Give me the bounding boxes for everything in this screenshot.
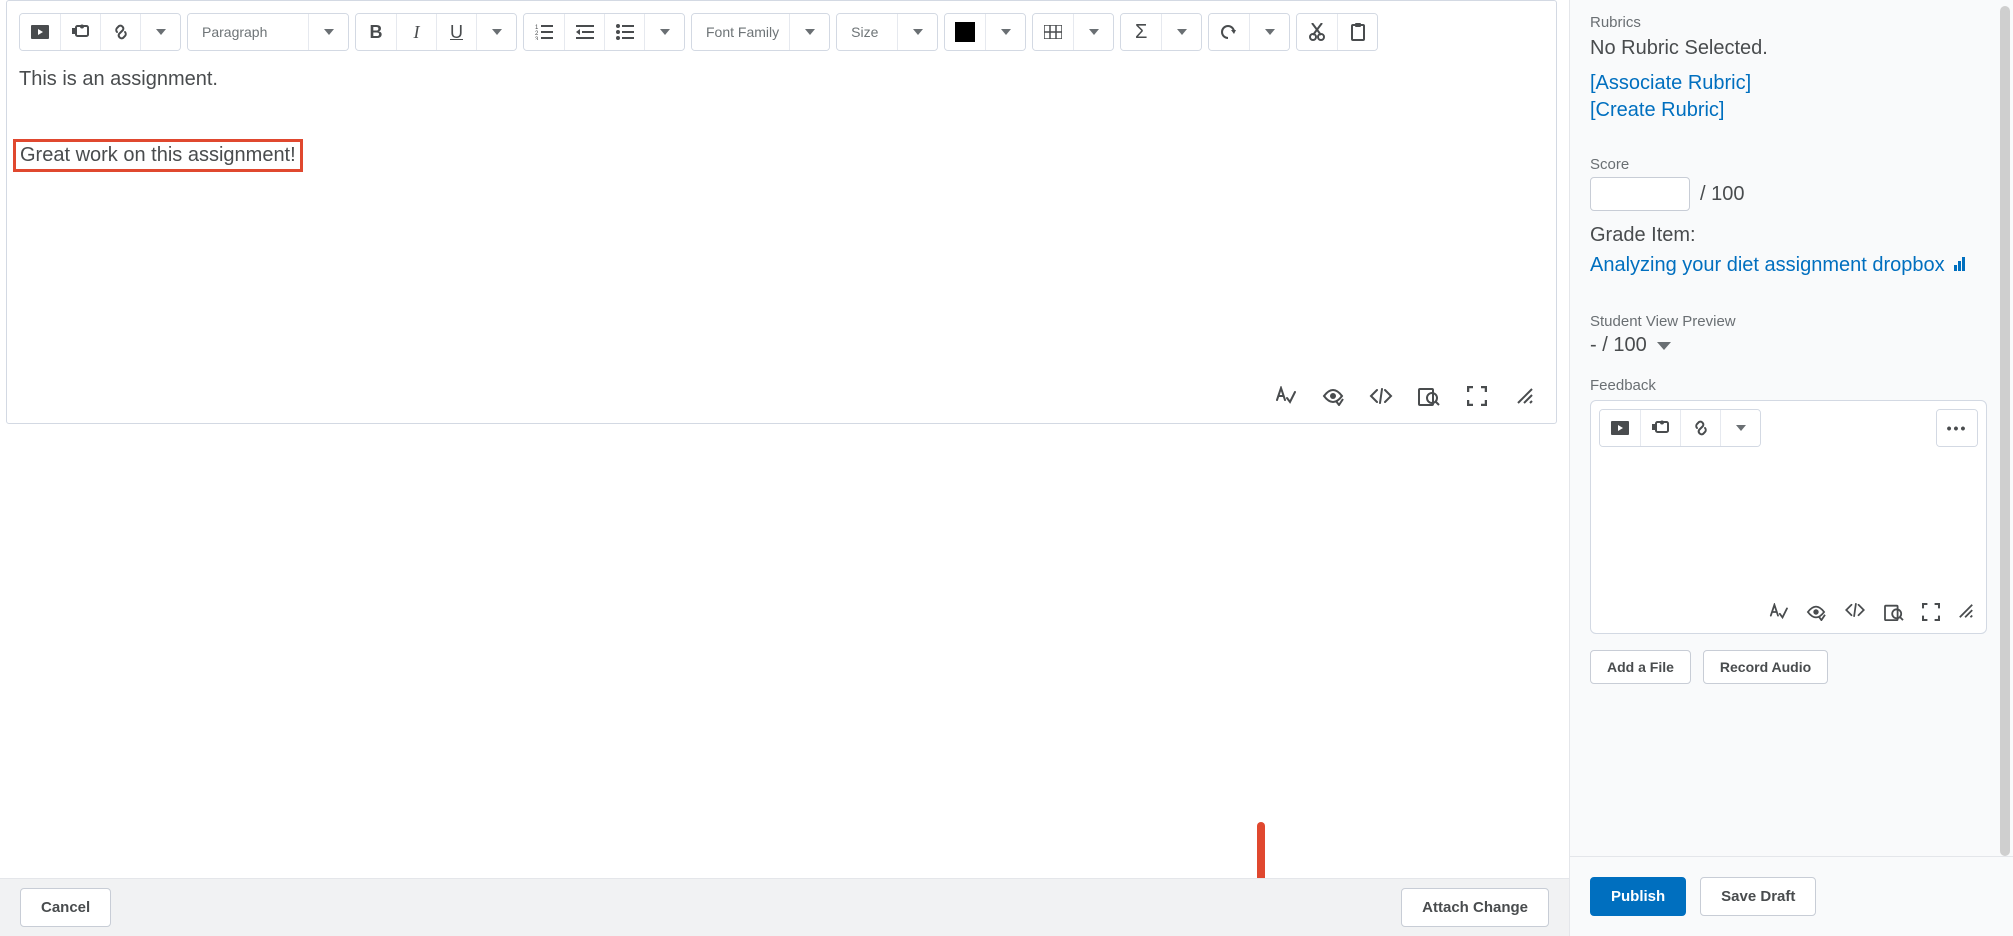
fb-fullscreen-button[interactable] xyxy=(1922,603,1940,621)
italic-button[interactable]: I xyxy=(396,14,436,50)
grade-item-label: Grade Item: xyxy=(1590,224,1696,246)
fb-accessibility-button[interactable] xyxy=(1806,603,1826,621)
record-audio-button[interactable]: Record Audio xyxy=(1703,650,1828,684)
create-rubric-link[interactable]: [Create Rubric] xyxy=(1590,99,1725,122)
save-draft-button[interactable]: Save Draft xyxy=(1700,877,1816,916)
student-view-dropdown[interactable] xyxy=(1657,342,1671,350)
fullscreen-button[interactable] xyxy=(1464,383,1490,409)
html-source-button[interactable] xyxy=(1368,383,1394,409)
insert-image-button[interactable] xyxy=(60,14,100,50)
undo-button[interactable] xyxy=(1209,14,1249,50)
rich-text-editor: Paragraph B I U 123 xyxy=(6,0,1557,424)
text-color-button[interactable] xyxy=(945,14,985,50)
add-file-button[interactable]: Add a File xyxy=(1590,650,1691,684)
table-dropdown[interactable] xyxy=(1073,14,1113,50)
fb-insert-image-button[interactable] xyxy=(1640,410,1680,446)
preview-button[interactable] xyxy=(1416,383,1442,409)
equation-dropdown[interactable] xyxy=(1161,14,1201,50)
chevron-down-icon xyxy=(156,29,166,35)
chevron-down-icon xyxy=(913,29,923,35)
associate-rubric-link[interactable]: [Associate Rubric] xyxy=(1590,72,1751,95)
equation-button[interactable]: Σ xyxy=(1121,14,1161,50)
insert-video-button[interactable] xyxy=(20,14,60,50)
fb-insert-link-button[interactable] xyxy=(1680,410,1720,446)
rubrics-label: Rubrics xyxy=(1590,14,1987,31)
text-color-dropdown[interactable] xyxy=(985,14,1025,50)
fb-resize-handle[interactable] xyxy=(1958,603,1974,621)
svg-text:3: 3 xyxy=(535,37,539,40)
paragraph-style-dropdown[interactable] xyxy=(308,14,348,50)
score-input[interactable] xyxy=(1590,177,1690,211)
student-view-value: - / 100 xyxy=(1590,334,1647,357)
feedback-editor: ••• xyxy=(1590,400,1987,634)
sidebar-scrollbar[interactable] xyxy=(2000,6,2010,856)
rubrics-status: No Rubric Selected. xyxy=(1590,37,1987,60)
paste-button[interactable] xyxy=(1337,14,1377,50)
text-format-dropdown[interactable] xyxy=(476,14,516,50)
fb-spellcheck-button[interactable] xyxy=(1768,603,1788,621)
numbered-list-button[interactable]: 123 xyxy=(524,14,564,50)
chevron-down-icon xyxy=(492,29,502,35)
chevron-down-icon xyxy=(660,29,670,35)
undo-dropdown[interactable] xyxy=(1249,14,1289,50)
score-max: / 100 xyxy=(1700,183,1744,206)
annotation-highlight-box: Great work on this assignment! xyxy=(13,139,303,172)
insert-link-button[interactable] xyxy=(100,14,140,50)
attach-change-button[interactable]: Attach Change xyxy=(1401,888,1549,927)
resize-handle[interactable] xyxy=(1512,383,1538,409)
fb-html-button[interactable] xyxy=(1844,603,1866,621)
editor-footer-toolbar xyxy=(7,377,1556,423)
insert-more-dropdown[interactable] xyxy=(140,14,180,50)
font-size-label: Size xyxy=(851,24,878,40)
chevron-down-icon xyxy=(1177,29,1187,35)
editor-toolbar: Paragraph B I U 123 xyxy=(7,1,1556,57)
font-family-select[interactable]: Font Family xyxy=(692,14,789,50)
font-family-dropdown[interactable] xyxy=(789,14,829,50)
chevron-down-icon xyxy=(324,29,334,35)
fb-preview-button[interactable] xyxy=(1884,603,1904,621)
font-size-dropdown[interactable] xyxy=(897,14,937,50)
chevron-down-icon xyxy=(1001,29,1011,35)
chevron-down-icon xyxy=(805,29,815,35)
list-dropdown[interactable] xyxy=(644,14,684,50)
color-swatch-icon xyxy=(955,22,975,42)
accessibility-check-button[interactable] xyxy=(1320,383,1346,409)
bullet-list-button[interactable] xyxy=(604,14,644,50)
fb-insert-dropdown[interactable] xyxy=(1720,410,1760,446)
evaluation-sidebar: Rubrics No Rubric Selected. [Associate R… xyxy=(1569,0,2013,936)
publish-button[interactable]: Publish xyxy=(1590,877,1686,916)
editor-text-highlight: Great work on this assignment! xyxy=(20,144,296,166)
chevron-down-icon xyxy=(1265,29,1275,35)
paragraph-style-select[interactable]: Paragraph xyxy=(188,14,308,50)
cancel-button[interactable]: Cancel xyxy=(20,888,111,927)
outdent-button[interactable] xyxy=(564,14,604,50)
table-button[interactable] xyxy=(1033,14,1073,50)
bold-button[interactable]: B xyxy=(356,14,396,50)
grades-icon[interactable] xyxy=(1954,257,1965,271)
editor-content-area[interactable]: This is an assignment. Great work on thi… xyxy=(7,57,1556,377)
font-size-select[interactable]: Size xyxy=(837,14,897,50)
fb-insert-video-button[interactable] xyxy=(1600,410,1640,446)
underline-button[interactable]: U xyxy=(436,14,476,50)
feedback-content-area[interactable] xyxy=(1591,455,1986,595)
spellcheck-button[interactable] xyxy=(1272,383,1298,409)
feedback-label: Feedback xyxy=(1590,377,1987,394)
cut-button[interactable] xyxy=(1297,14,1337,50)
fb-more-button[interactable]: ••• xyxy=(1937,410,1977,446)
chevron-down-icon xyxy=(1089,29,1099,35)
student-view-label: Student View Preview xyxy=(1590,313,1987,330)
paragraph-style-label: Paragraph xyxy=(202,24,267,40)
font-family-label: Font Family xyxy=(706,24,779,40)
chevron-down-icon xyxy=(1736,425,1746,431)
grade-item-link[interactable]: Analyzing your diet assignment dropbox xyxy=(1590,251,1945,279)
editor-text-line: This is an assignment. xyxy=(19,65,1544,93)
bottom-action-bar: Cancel Attach Change xyxy=(0,878,1569,936)
score-label: Score xyxy=(1590,156,1987,173)
